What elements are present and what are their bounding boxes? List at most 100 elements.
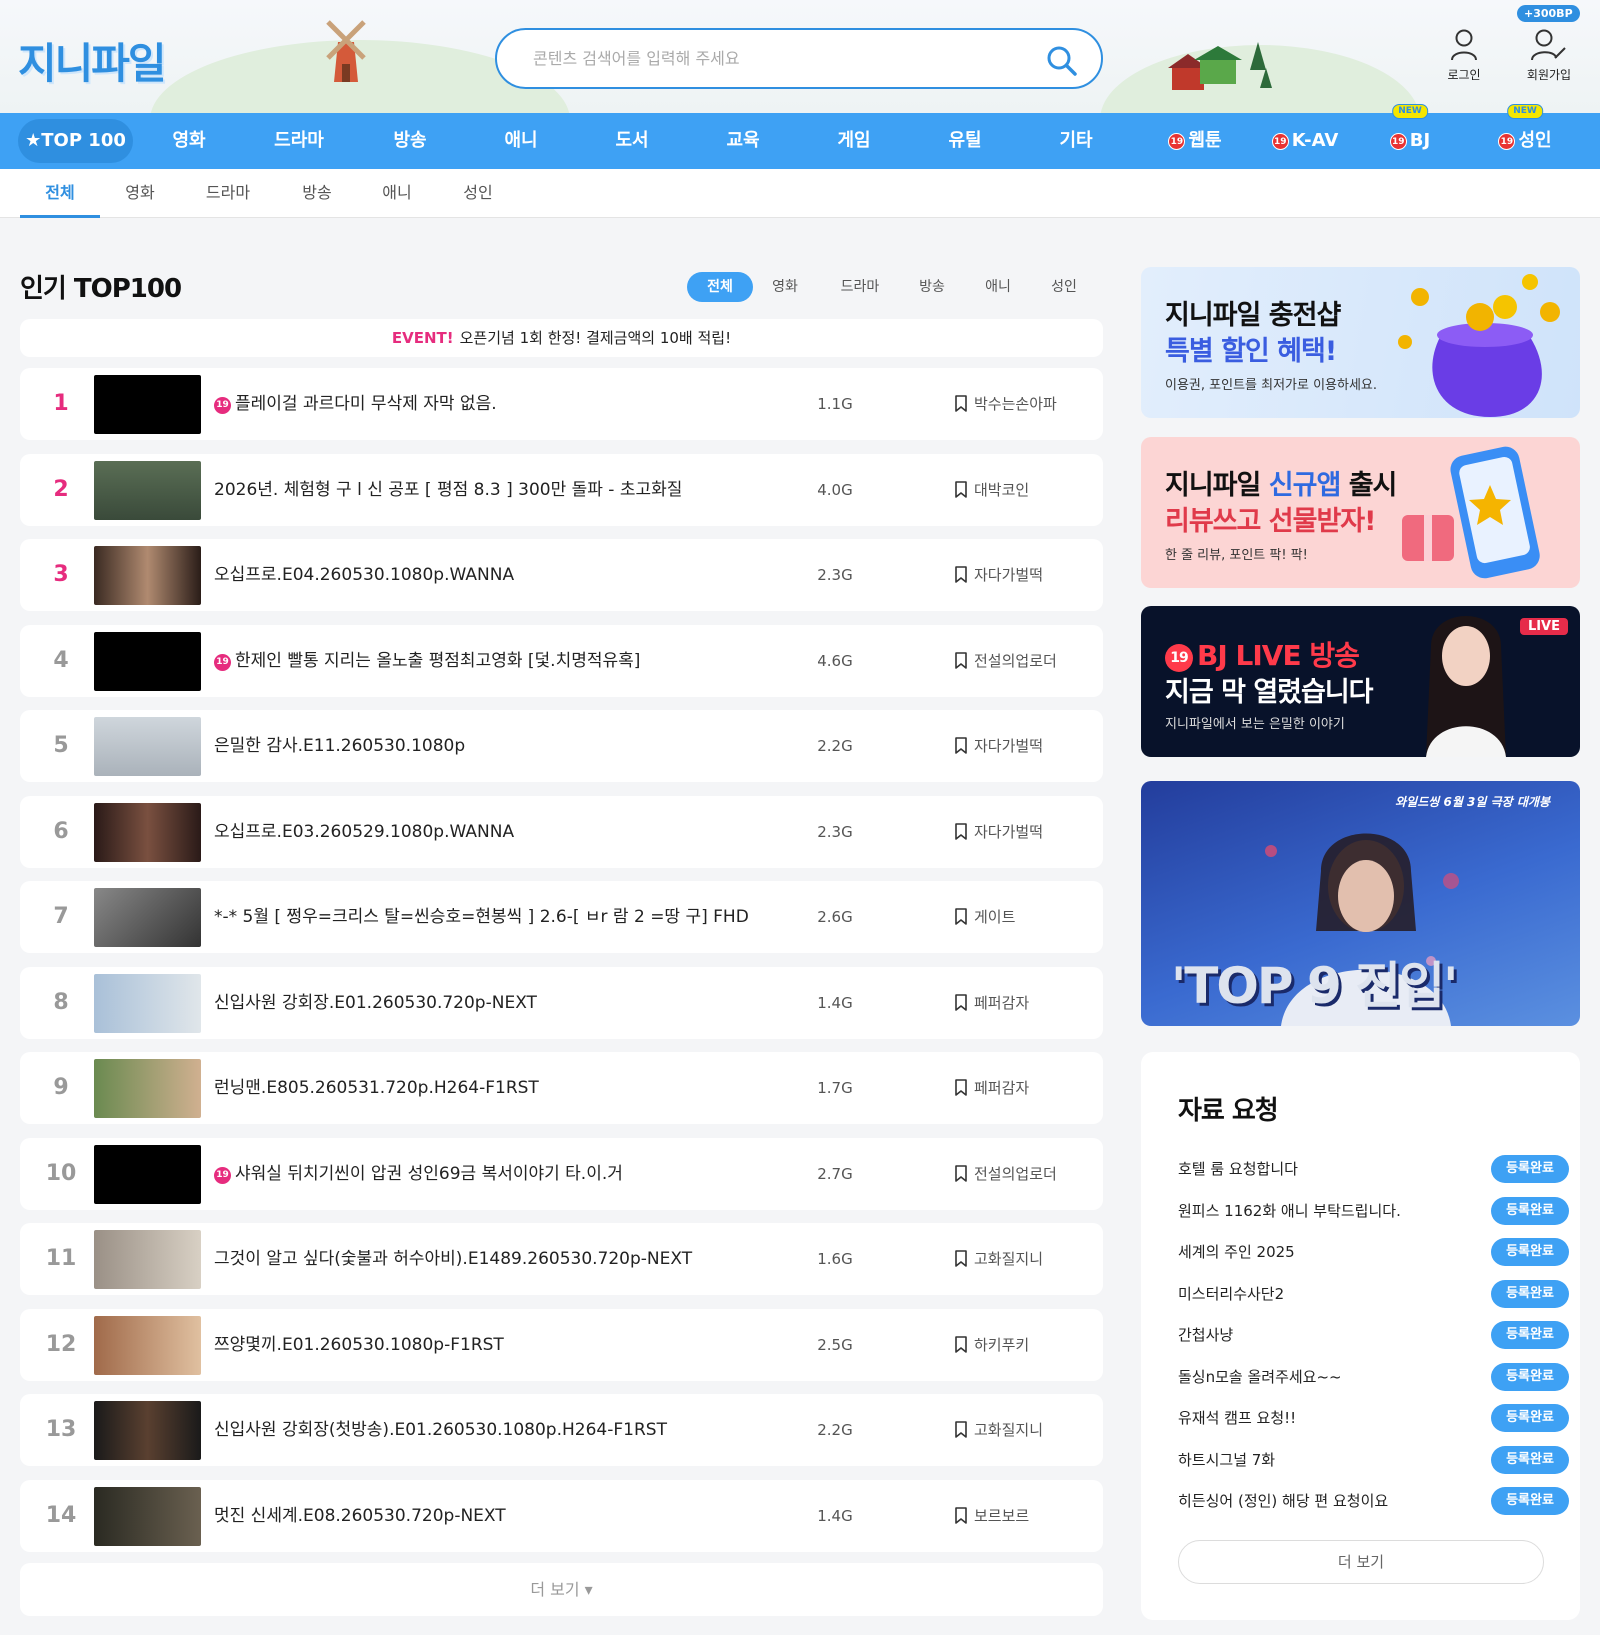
uploader[interactable]: 페퍼감자	[954, 1052, 1029, 1124]
subtab-movie[interactable]: 영화	[108, 169, 172, 218]
item-title[interactable]: 19 한제인 빨통 지리는 올노출 평점최고영화 [덫.치명적유혹]	[214, 625, 814, 697]
table-row[interactable]: 7 *-* 5월 [ 쩡우=크리스 탈=씬승호=현봉씩 ] 2.6-[ ㅂr 람 …	[20, 881, 1103, 953]
search-icon[interactable]	[1045, 44, 1079, 78]
nav-item-education[interactable]: 교육	[704, 113, 782, 169]
nav-item-game[interactable]: 게임	[815, 113, 893, 169]
thumbnail[interactable]	[94, 1315, 201, 1375]
uploader[interactable]: 페퍼감자	[954, 967, 1029, 1039]
uploader[interactable]: 하키푸키	[954, 1309, 1029, 1381]
item-title[interactable]: 오십프로.E03.260529.1080p.WANNA	[214, 796, 814, 868]
uploader[interactable]: 자다가벌떡	[954, 710, 1043, 782]
thumbnail[interactable]	[94, 1230, 201, 1289]
nav-item-kav[interactable]: 19 K-AV	[1255, 113, 1355, 169]
table-row[interactable]: 11 그것이 알고 싶다(숯불과 허수아비).E1489.260530.720p-…	[20, 1223, 1103, 1295]
table-row[interactable]: 13 신입사원 강회장(첫방송).E01.260530.1080p.H264-F1…	[20, 1394, 1103, 1466]
nav-item-drama[interactable]: 드라마	[260, 113, 338, 169]
thumbnail[interactable]	[94, 888, 201, 947]
nav-item-adult[interactable]: NEW 19 성인	[1475, 104, 1575, 169]
request-item[interactable]: 하트시그널 7화 등록완료	[1178, 1445, 1569, 1474]
uploader[interactable]: 전설의업로더	[954, 1138, 1057, 1210]
event-banner[interactable]: EVENT! 오픈기념 1회 한정! 결제금액의 10배 적립!	[20, 319, 1103, 357]
thumbnail[interactable]	[94, 717, 201, 776]
filter-adult[interactable]: 성인	[1039, 272, 1089, 302]
uploader[interactable]: 대박코인	[954, 454, 1029, 526]
nav-item-movie[interactable]: 영화	[150, 113, 228, 169]
subtab-broadcast[interactable]: 방송	[285, 169, 349, 218]
thumbnail[interactable]	[94, 1401, 201, 1460]
signup-button[interactable]: 회원가입	[1514, 28, 1584, 83]
table-row[interactable]: 10 19 샤워실 뒤치기씬이 압권 성인69금 복서이야기 타.이.거 2.7G 전설…	[20, 1137, 1103, 1210]
request-item[interactable]: 호텔 룸 요청합니다 등록완료	[1178, 1155, 1569, 1183]
thumbnail[interactable]	[94, 631, 201, 691]
thumbnail[interactable]	[94, 460, 201, 520]
table-row[interactable]: 4 19 한제인 빨통 지리는 올노출 평점최고영화 [덫.치명적유혹] 4.6G 전설…	[20, 624, 1103, 697]
table-row[interactable]: 14 멋진 신세계.E08.260530.720p-NEXT 1.4G 보르보르	[20, 1479, 1103, 1552]
filter-anime[interactable]: 애니	[973, 272, 1023, 302]
item-title[interactable]: 런닝맨.E805.260531.720p.H264-F1RST	[214, 1052, 814, 1124]
uploader[interactable]: 자다가벌떡	[954, 796, 1043, 868]
site-logo[interactable]: 지니파일	[18, 30, 167, 91]
thumbnail[interactable]	[94, 802, 201, 862]
thumbnail[interactable]	[94, 546, 201, 605]
uploader[interactable]: 고화질지니	[954, 1394, 1043, 1466]
nav-item-bj[interactable]: NEW 19 BJ	[1365, 104, 1455, 169]
table-row[interactable]: 5 은밀한 감사.E11.260530.1080p 2.2G 자다가벌떡	[20, 710, 1103, 782]
item-title[interactable]: 오십프로.E04.260530.1080p.WANNA	[214, 539, 814, 611]
subtab-adult[interactable]: 성인	[446, 169, 510, 218]
request-item[interactable]: 간첩사냥 등록완료	[1178, 1321, 1569, 1349]
item-title[interactable]: 멋진 신세계.E08.260530.720p-NEXT	[214, 1480, 814, 1552]
item-title[interactable]: 은밀한 감사.E11.260530.1080p	[214, 710, 814, 782]
nav-item-etc[interactable]: 기타	[1037, 113, 1115, 169]
filter-broadcast[interactable]: 방송	[907, 272, 957, 302]
filter-all[interactable]: 전체	[687, 272, 753, 302]
item-title[interactable]: 신입사원 강회장(첫방송).E01.260530.1080p.H264-F1RS…	[214, 1394, 814, 1466]
table-row[interactable]: 6 오십프로.E03.260529.1080p.WANNA 2.3G 자다가벌떡	[20, 795, 1103, 868]
subtab-drama[interactable]: 드라마	[195, 169, 261, 218]
request-item[interactable]: 세계의 주인 2025 등록완료	[1178, 1238, 1569, 1266]
banner-movie-wildthing[interactable]: 와일드씽 6월 3일 극장 대개봉 'TOP 9 진입'	[1141, 781, 1580, 1026]
request-item[interactable]: 원피스 1162화 애니 부탁드립니다. 등록완료	[1178, 1196, 1569, 1225]
table-row[interactable]: 1 19 플레이걸 과르다미 무삭제 자막 없음. 1.1G 박수는손아파	[20, 368, 1103, 440]
thumbnail[interactable]	[94, 375, 201, 434]
request-item[interactable]: 유재석 캠프 요청!! 등록완료	[1178, 1404, 1569, 1432]
uploader[interactable]: 전설의업로더	[954, 625, 1057, 697]
nav-item-anime[interactable]: 애니	[482, 113, 560, 169]
banner-new-app[interactable]: 지니파일 신규앱 출시 리뷰쓰고 선물받자! 한 줄 리뷰, 포인트 팍! 팍!	[1141, 437, 1580, 588]
thumbnail[interactable]	[94, 1059, 201, 1118]
subtab-anime[interactable]: 애니	[365, 169, 429, 218]
table-row[interactable]: 8 신입사원 강회장.E01.260530.720p-NEXT 1.4G 페퍼감자	[20, 966, 1103, 1039]
table-row[interactable]: 2 2026년. 체험형 구 l 신 공포 [ 평점 8.3 ] 300만 돌파 …	[20, 453, 1103, 526]
table-row[interactable]: 12 쯔양몇끼.E01.260530.1080p-F1RST 2.5G 하키푸키	[20, 1308, 1103, 1381]
filter-movie[interactable]: 영화	[760, 272, 810, 302]
subtab-all[interactable]: 전체	[20, 169, 100, 218]
nav-top100[interactable]: ★TOP 100	[18, 119, 133, 163]
thumbnail[interactable]	[94, 973, 201, 1033]
thumbnail[interactable]	[94, 1486, 201, 1546]
uploader[interactable]: 자다가벌떡	[954, 539, 1043, 611]
nav-item-webtoon[interactable]: 19 웹툰	[1145, 113, 1245, 169]
list-more-button[interactable]: 더 보기 ▾	[20, 1563, 1103, 1616]
nav-item-books[interactable]: 도서	[593, 113, 671, 169]
item-title[interactable]: 그것이 알고 싶다(숯불과 허수아비).E1489.260530.720p-NE…	[214, 1223, 814, 1295]
item-title[interactable]: 19 샤워실 뒤치기씬이 압권 성인69금 복서이야기 타.이.거	[214, 1138, 814, 1210]
request-item[interactable]: 히든싱어 (정인) 해당 편 요청이요 등록완료	[1178, 1487, 1569, 1515]
item-title[interactable]: 신입사원 강회장.E01.260530.720p-NEXT	[214, 967, 814, 1039]
item-title[interactable]: 2026년. 체험형 구 l 신 공포 [ 평점 8.3 ] 300만 돌파 -…	[214, 454, 814, 526]
banner-charge-shop[interactable]: 지니파일 충전샵 특별 할인 혜택! 이용권, 포인트를 최저가로 이용하세요.	[1141, 267, 1580, 418]
thumbnail[interactable]	[94, 1144, 201, 1204]
table-row[interactable]: 9 런닝맨.E805.260531.720p.H264-F1RST 1.7G 페퍼감자	[20, 1052, 1103, 1124]
nav-item-utility[interactable]: 유틸	[926, 113, 1004, 169]
uploader[interactable]: 게이트	[954, 881, 1015, 953]
item-title[interactable]: 19 플레이걸 과르다미 무삭제 자막 없음.	[214, 368, 814, 440]
banner-bj-live[interactable]: 19 BJ LIVE 방송 지금 막 열렸습니다 지니파일에서 보는 은밀한 이야…	[1141, 606, 1580, 757]
uploader[interactable]: 박수는손아파	[954, 368, 1057, 440]
filter-drama[interactable]: 드라마	[830, 272, 890, 302]
item-title[interactable]: 쯔양몇끼.E01.260530.1080p-F1RST	[214, 1309, 814, 1381]
request-item[interactable]: 돌싱n모솔 올려주세요~~ 등록완료	[1178, 1362, 1569, 1391]
nav-item-broadcast[interactable]: 방송	[371, 113, 449, 169]
request-more-button[interactable]: 더 보기	[1178, 1540, 1544, 1584]
uploader[interactable]: 보르보르	[954, 1480, 1029, 1552]
uploader[interactable]: 고화질지니	[954, 1223, 1043, 1295]
table-row[interactable]: 3 오십프로.E04.260530.1080p.WANNA 2.3G 자다가벌떡	[20, 539, 1103, 611]
search-input[interactable]	[533, 44, 1013, 72]
